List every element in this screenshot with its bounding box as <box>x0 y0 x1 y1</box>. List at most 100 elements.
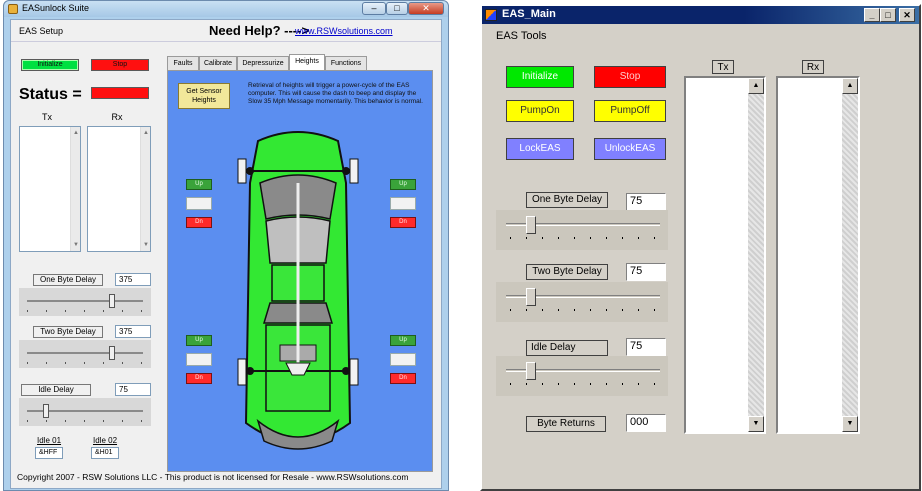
idle-delay-slider[interactable] <box>496 356 668 396</box>
two-byte-delay-field[interactable]: 75 <box>626 263 666 281</box>
one-byte-delay-field[interactable]: 75 <box>626 193 666 211</box>
close-button[interactable]: ✕ <box>408 2 444 15</box>
menu-eas-setup[interactable]: EAS Setup <box>19 26 63 36</box>
minimize-button[interactable]: _ <box>864 8 880 22</box>
slider-track <box>27 352 143 354</box>
scroll-down-icon[interactable]: ▼ <box>842 416 858 432</box>
eas-main-window: EAS_Main _ □ ✕ EAS Tools Initialize Stop… <box>480 4 921 491</box>
pump-on-button[interactable]: PumpOn <box>506 100 574 122</box>
rx-label: Rx <box>111 112 123 122</box>
rear-left-up-button[interactable]: Up <box>186 335 212 346</box>
app-icon <box>485 9 497 21</box>
client-area: EAS Setup Need Help? ----> www.RSWsoluti… <box>10 19 442 489</box>
slider-thumb[interactable] <box>43 404 49 418</box>
minimize-button[interactable]: – <box>362 2 386 15</box>
front-left-height-field[interactable] <box>186 197 212 210</box>
scroll-up-icon[interactable]: ▲ <box>142 129 150 137</box>
idle-delay-label: Idle Delay <box>526 340 608 356</box>
scroll-down-icon[interactable]: ▼ <box>72 241 80 249</box>
idle-delay-slider[interactable] <box>19 398 151 426</box>
tab-calibrate[interactable]: Calibrate <box>199 56 237 70</box>
rx-scrollbar[interactable]: ▲ ▼ <box>842 78 858 432</box>
two-byte-delay-slider[interactable] <box>496 282 668 322</box>
copyright-footer: Copyright 2007 - RSW Solutions LLC - Thi… <box>17 472 409 482</box>
one-byte-delay-label: One Byte Delay <box>526 192 608 208</box>
idle-delay-label: Idle Delay <box>21 384 91 396</box>
help-link[interactable]: www.RSWsolutions.com <box>295 26 393 36</box>
tx-list[interactable]: ▲ ▼ <box>19 126 81 252</box>
two-byte-delay-slider[interactable] <box>19 340 151 368</box>
two-byte-delay-field[interactable]: 375 <box>115 325 151 338</box>
slider-ticks <box>27 362 143 364</box>
tab-depressurize[interactable]: Depressurize <box>237 56 289 70</box>
two-byte-delay-label: Two Byte Delay <box>33 326 103 338</box>
window-title: EASunlock Suite <box>22 3 90 13</box>
maximize-button[interactable]: □ <box>386 2 408 15</box>
tab-faults[interactable]: Faults <box>167 56 199 70</box>
get-sensor-heights-button[interactable]: Get Sensor Heights <box>178 83 230 109</box>
rx-list[interactable]: ▲ ▼ <box>776 76 860 434</box>
tx-list[interactable]: ▲ ▼ <box>684 76 766 434</box>
tx-label: Tx <box>712 60 734 74</box>
idle02-field[interactable]: &H01 <box>91 447 119 459</box>
slider-thumb[interactable] <box>526 288 536 306</box>
app-icon <box>8 4 18 14</box>
idle01-field[interactable]: &HFF <box>35 447 63 459</box>
initialize-button[interactable]: Initialize <box>21 59 79 71</box>
title-bar[interactable]: EASunlock Suite – □ ✕ <box>4 1 448 17</box>
rx-scrollbar[interactable]: ▲ ▼ <box>140 127 150 251</box>
slider-thumb[interactable] <box>109 294 115 308</box>
one-byte-delay-slider[interactable] <box>19 288 151 316</box>
slider-ticks <box>510 383 660 385</box>
title-bar[interactable]: EAS_Main _ □ ✕ <box>482 6 919 24</box>
scroll-down-icon[interactable]: ▼ <box>142 241 150 249</box>
one-byte-delay-slider[interactable] <box>496 210 668 250</box>
rear-left-down-button[interactable]: Dn <box>186 373 212 384</box>
front-right-height-field[interactable] <box>390 197 416 210</box>
car-icon <box>237 131 359 450</box>
rx-label: Rx <box>802 60 824 74</box>
rx-list[interactable]: ▲ ▼ <box>87 126 151 252</box>
tx-scrollbar[interactable]: ▲ ▼ <box>70 127 80 251</box>
slider-thumb[interactable] <box>526 216 536 234</box>
slider-thumb[interactable] <box>526 362 536 380</box>
stop-button[interactable]: Stop <box>594 66 666 88</box>
byte-returns-label: Byte Returns <box>526 416 606 432</box>
front-right-down-button[interactable]: Dn <box>390 217 416 228</box>
slider-thumb[interactable] <box>109 346 115 360</box>
tab-heights[interactable]: Heights <box>289 54 325 70</box>
scroll-up-icon[interactable]: ▲ <box>72 129 80 137</box>
front-left-down-button[interactable]: Dn <box>186 217 212 228</box>
menu-eas-tools[interactable]: EAS Tools <box>496 30 547 42</box>
rear-right-up-button[interactable]: Up <box>390 335 416 346</box>
heights-panel: Get Sensor Heights Retrieval of heights … <box>167 70 433 472</box>
rear-left-height-field[interactable] <box>186 353 212 366</box>
byte-returns-field[interactable]: 000 <box>626 414 666 432</box>
unlock-eas-button[interactable]: UnlockEAS <box>594 138 666 160</box>
front-right-up-button[interactable]: Up <box>390 179 416 190</box>
initialize-button[interactable]: Initialize <box>506 66 574 88</box>
tx-label: Tx <box>42 112 52 122</box>
close-button[interactable]: ✕ <box>899 8 915 22</box>
maximize-button[interactable]: □ <box>880 8 896 22</box>
idle-delay-field[interactable]: 75 <box>626 338 666 356</box>
slider-ticks <box>510 309 660 311</box>
idle-delay-field[interactable]: 75 <box>115 383 151 396</box>
lock-eas-button[interactable]: LockEAS <box>506 138 574 160</box>
front-left-up-button[interactable]: Up <box>186 179 212 190</box>
one-byte-delay-field[interactable]: 375 <box>115 273 151 286</box>
scroll-up-icon[interactable]: ▲ <box>748 78 764 94</box>
rear-right-height-field[interactable] <box>390 353 416 366</box>
idle01-label: Idle 01 <box>37 436 62 445</box>
status-indicator <box>91 87 149 99</box>
stop-button[interactable]: Stop <box>91 59 149 71</box>
heights-info-text: Retrieval of heights will trigger a powe… <box>248 82 423 105</box>
slider-ticks <box>510 237 660 239</box>
menu-bar: EAS Setup Need Help? ----> www.RSWsoluti… <box>11 20 441 42</box>
scroll-down-icon[interactable]: ▼ <box>748 416 764 432</box>
rear-right-down-button[interactable]: Dn <box>390 373 416 384</box>
tab-functions[interactable]: Functions <box>325 56 367 70</box>
pump-off-button[interactable]: PumpOff <box>594 100 666 122</box>
tx-scrollbar[interactable]: ▲ ▼ <box>748 78 764 432</box>
scroll-up-icon[interactable]: ▲ <box>842 78 858 94</box>
